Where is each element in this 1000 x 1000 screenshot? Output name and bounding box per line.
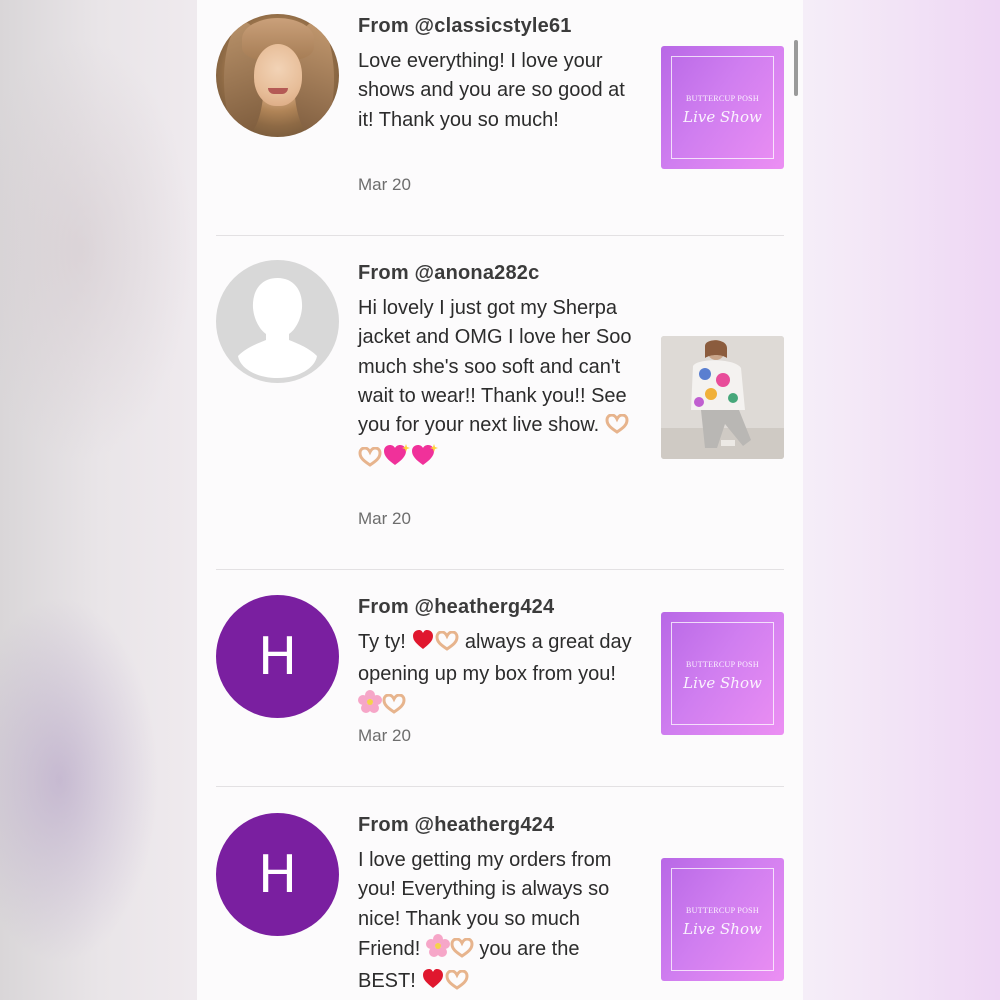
cherry-blossom-icon: [358, 689, 382, 723]
person-silhouette-icon: [238, 278, 317, 378]
brand-thumbnail[interactable]: BUTTERCUP POSH Live Show: [661, 858, 784, 981]
avatar[interactable]: H: [216, 595, 339, 718]
divider: [216, 569, 784, 570]
message-date: Mar 20: [358, 509, 411, 528]
message-text: Hi lovely I just got my Sherpa jacket an…: [358, 294, 633, 477]
brand-name: BUTTERCUP POSH: [685, 94, 760, 103]
heart-hands-icon: [358, 446, 382, 476]
brand-thumbnail[interactable]: BUTTERCUP POSH Live Show: [661, 46, 784, 169]
brand-tagline: Live Show: [683, 920, 762, 938]
avatar[interactable]: [216, 14, 339, 137]
divider: [216, 235, 784, 236]
sparkling-heart-icon: [410, 443, 438, 476]
sender-name[interactable]: From @heatherg424: [358, 814, 554, 837]
messages-panel[interactable]: From @classicstyle61 Love everything! I …: [197, 0, 803, 1000]
sender-name[interactable]: From @anona282c: [358, 262, 539, 285]
message-text: Ty ty! always a great day opening up my …: [358, 628, 633, 723]
brand-tagline: Live Show: [683, 108, 762, 126]
message-date: Mar 20: [358, 175, 411, 194]
message-text: Love everything! I love your shows and y…: [358, 50, 625, 131]
sender-name[interactable]: From @classicstyle61: [358, 15, 572, 38]
heart-hands-icon: [605, 413, 629, 443]
divider: [216, 786, 784, 787]
brand-tagline: Live Show: [683, 674, 762, 692]
message-text-content: Hi lovely I just got my Sherpa jacket an…: [358, 297, 632, 437]
avatar[interactable]: H: [216, 813, 339, 936]
message-text: I love getting my orders from you! Every…: [358, 846, 633, 999]
heart-hands-icon: [382, 693, 406, 723]
scrollbar[interactable]: [794, 40, 798, 96]
message-date: Mar 20: [358, 726, 411, 745]
sparkling-heart-icon: [382, 443, 410, 476]
sender-name[interactable]: From @heatherg424: [358, 596, 554, 619]
background-right: [803, 0, 1000, 1000]
red-heart-icon: [411, 629, 435, 660]
cherry-blossom-icon: [425, 933, 450, 967]
avatar[interactable]: [216, 260, 339, 383]
brand-thumbnail[interactable]: BUTTERCUP POSH Live Show: [661, 612, 784, 735]
brand-name: BUTTERCUP POSH: [685, 660, 760, 669]
product-photo-image: [661, 336, 784, 459]
heart-hands-icon: [435, 630, 459, 660]
brand-name: BUTTERCUP POSH: [685, 906, 760, 915]
product-thumbnail[interactable]: [661, 336, 784, 459]
red-heart-icon: [421, 968, 445, 999]
background-left: [0, 0, 200, 1000]
heart-hands-icon: [445, 969, 469, 999]
message-text-part: Ty ty!: [358, 631, 412, 653]
heart-hands-icon: [450, 937, 474, 967]
